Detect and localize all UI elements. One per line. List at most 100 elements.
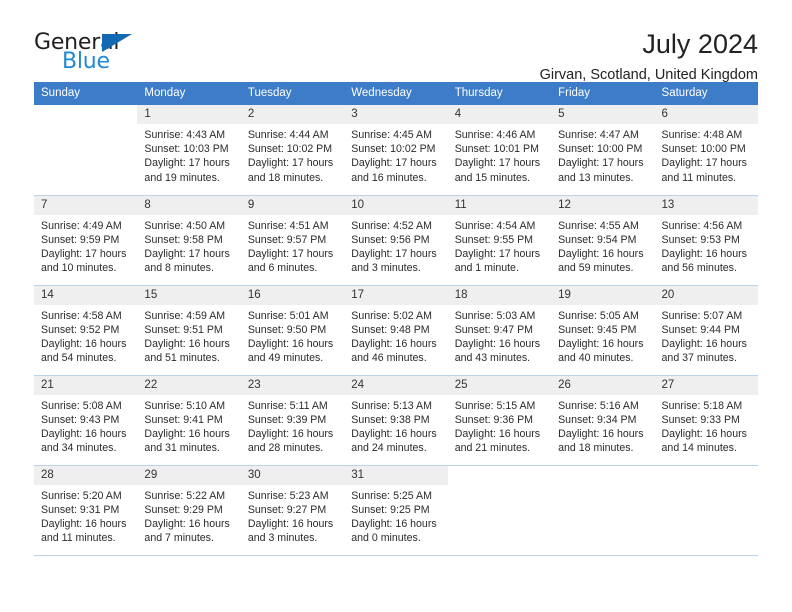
daylight-text: Daylight: 17 hours (454, 157, 541, 170)
sunset-text: Sunset: 9:29 PM (144, 503, 223, 516)
calendar-day-cell[interactable]: 11 Sunrise: 4:54 AM Sunset: 9:55 PM Dayligh… (447, 195, 552, 286)
day-number: 25 (447, 375, 552, 395)
daylight-text-cont: and 6 minutes. (247, 262, 318, 275)
daylight-text-cont: and 59 minutes. (558, 262, 634, 275)
calendar-day-cell[interactable]: 29 Sunrise: 5:22 AM Sunset: 9:29 PM Dayligh… (137, 465, 241, 556)
calendar-day-cell[interactable]: 22 Sunrise: 5:10 AM Sunset: 9:41 PM Dayligh… (137, 375, 241, 466)
daylight-text-cont: and 11 minutes. (661, 171, 737, 184)
day-number: 9 (240, 195, 345, 215)
daylight-text-cont: and 0 minutes. (351, 532, 421, 545)
calendar-day-cell[interactable]: 14 Sunrise: 4:58 AM Sunset: 9:52 PM Dayligh… (34, 285, 138, 376)
sunset-text: Sunset: 9:51 PM (144, 323, 223, 336)
daylight-text: Daylight: 17 hours (454, 247, 541, 260)
calendar-day-cell[interactable]: 19 Sunrise: 5:05 AM Sunset: 9:45 PM Dayligh… (551, 285, 655, 376)
daylight-text: Daylight: 16 hours (661, 427, 747, 440)
calendar-day-cell[interactable]: 2 Sunrise: 4:44 AM Sunset: 10:02 PM Dayligh… (240, 105, 345, 196)
day-number: 27 (654, 375, 758, 395)
sunset-text: Sunset: 9:25 PM (351, 503, 430, 516)
sunset-text: Sunset: 9:48 PM (351, 323, 430, 336)
daylight-text: Daylight: 16 hours (41, 517, 127, 530)
sunrise-text: Sunrise: 5:07 AM (661, 309, 743, 322)
calendar-week-row: 28 Sunrise: 5:20 AM Sunset: 9:31 PM Dayligh… (34, 465, 758, 556)
sunset-text: Sunset: 9:52 PM (41, 323, 120, 336)
sunset-text: Sunset: 9:27 PM (247, 503, 327, 516)
sunrise-text: Sunrise: 5:23 AM (247, 489, 329, 502)
day-details: Sunrise: 5:25 AM Sunset: 9:25 PM Daylight:… (344, 485, 447, 546)
daylight-text: Daylight: 16 hours (351, 427, 437, 440)
calendar-day-cell[interactable]: 25 Sunrise: 5:15 AM Sunset: 9:36 PM Dayligh… (447, 375, 552, 466)
day-details: Sunrise: 5:02 AM Sunset: 9:48 PM Daylight:… (344, 305, 447, 366)
sunrise-text: Sunrise: 5:01 AM (247, 309, 329, 322)
day-details: Sunrise: 4:51 AM Sunset: 9:57 PM Daylight:… (241, 215, 344, 276)
day-details: Sunrise: 4:50 AM Sunset: 9:58 PM Daylight:… (137, 215, 240, 276)
calendar-day-cell[interactable]: 6 Sunrise: 4:48 AM Sunset: 10:00 PM Dayligh… (654, 105, 758, 196)
sunset-text: Sunset: 10:01 PM (454, 143, 539, 156)
day-number: 8 (137, 195, 241, 215)
calendar-day-cell[interactable]: 8 Sunrise: 4:50 AM Sunset: 9:58 PM Daylight… (137, 195, 241, 286)
calendar-week-row: 14 Sunrise: 4:58 AM Sunset: 9:52 PM Dayligh… (34, 285, 758, 376)
calendar-day-cell[interactable]: 3 Sunrise: 4:45 AM Sunset: 10:02 PM Dayligh… (344, 105, 448, 196)
sunrise-text: Sunrise: 4:59 AM (144, 309, 226, 322)
sunrise-text: Sunrise: 5:05 AM (558, 309, 639, 322)
calendar-day-cell[interactable]: 26 Sunrise: 5:16 AM Sunset: 9:34 PM Dayligh… (551, 375, 655, 466)
calendar-day-cell[interactable]: 31 Sunrise: 5:25 AM Sunset: 9:25 PM Dayligh… (344, 465, 448, 556)
sunset-text: Sunset: 9:45 PM (558, 323, 637, 336)
calendar-day-cell[interactable]: 9 Sunrise: 4:51 AM Sunset: 9:57 PM Daylight… (240, 195, 345, 286)
calendar-day-cell[interactable]: 10 Sunrise: 4:52 AM Sunset: 9:56 PM Dayligh… (344, 195, 448, 286)
day-number: 18 (447, 285, 552, 305)
day-number: 28 (34, 465, 138, 485)
daylight-text-cont: and 37 minutes. (661, 352, 737, 365)
daylight-text-cont: and 3 minutes. (247, 532, 318, 545)
sunrise-text: Sunrise: 5:03 AM (454, 309, 536, 322)
daylight-text-cont: and 31 minutes. (144, 442, 220, 455)
calendar-day-cell[interactable]: 17 Sunrise: 5:02 AM Sunset: 9:48 PM Dayligh… (344, 285, 448, 376)
sunset-text: Sunset: 9:39 PM (247, 413, 327, 426)
day-details (551, 485, 654, 489)
daylight-text-cont: and 7 minutes. (144, 532, 214, 545)
weekday-header-friday: Friday (551, 82, 655, 105)
calendar-day-cell[interactable]: 27 Sunrise: 5:18 AM Sunset: 9:33 PM Dayligh… (654, 375, 758, 466)
calendar-day-cell[interactable]: 16 Sunrise: 5:01 AM Sunset: 9:50 PM Dayligh… (240, 285, 345, 376)
sunrise-text: Sunrise: 5:08 AM (41, 399, 122, 412)
calendar-day-cell[interactable]: 7 Sunrise: 4:49 AM Sunset: 9:59 PM Daylight… (34, 195, 138, 286)
day-details: Sunrise: 4:43 AM Sunset: 10:03 PM Daylight… (137, 124, 240, 185)
calendar-day-cell[interactable]: 24 Sunrise: 5:13 AM Sunset: 9:38 PM Dayligh… (344, 375, 448, 466)
calendar-day-cell[interactable]: 13 Sunrise: 4:56 AM Sunset: 9:53 PM Dayligh… (654, 195, 758, 286)
general-blue-logo[interactable]: General Blue (34, 30, 154, 78)
calendar-day-cell[interactable]: 20 Sunrise: 5:07 AM Sunset: 9:44 PM Dayligh… (654, 285, 758, 376)
day-details: Sunrise: 4:45 AM Sunset: 10:02 PM Daylight… (344, 124, 447, 185)
calendar-day-cell[interactable]: 28 Sunrise: 5:20 AM Sunset: 9:31 PM Dayligh… (34, 465, 138, 556)
calendar-week-row: 21 Sunrise: 5:08 AM Sunset: 9:43 PM Dayligh… (34, 375, 758, 466)
daylight-text-cont: and 46 minutes. (351, 352, 427, 365)
sunset-text: Sunset: 10:03 PM (144, 143, 229, 156)
day-details: Sunrise: 5:13 AM Sunset: 9:38 PM Daylight:… (344, 395, 447, 456)
calendar-day-cell[interactable]: 21 Sunrise: 5:08 AM Sunset: 9:43 PM Dayligh… (34, 375, 138, 466)
day-details: Sunrise: 5:16 AM Sunset: 9:34 PM Daylight:… (551, 395, 654, 456)
daylight-text: Daylight: 16 hours (454, 337, 541, 350)
calendar-day-cell[interactable]: 23 Sunrise: 5:11 AM Sunset: 9:39 PM Dayligh… (240, 375, 345, 466)
calendar-day-cell[interactable]: 5 Sunrise: 4:47 AM Sunset: 10:00 PM Dayligh… (551, 105, 655, 196)
sunrise-text: Sunrise: 4:55 AM (558, 219, 639, 232)
calendar-day-cell[interactable]: 18 Sunrise: 5:03 AM Sunset: 9:47 PM Dayligh… (447, 285, 552, 376)
calendar-day-cell[interactable]: 15 Sunrise: 4:59 AM Sunset: 9:51 PM Dayligh… (137, 285, 241, 376)
sunrise-text: Sunrise: 4:51 AM (247, 219, 329, 232)
daylight-text: Daylight: 17 hours (247, 157, 334, 170)
day-details: Sunrise: 5:23 AM Sunset: 9:27 PM Daylight:… (241, 485, 344, 546)
calendar-day-cell[interactable]: 30 Sunrise: 5:23 AM Sunset: 9:27 PM Dayligh… (240, 465, 345, 556)
calendar-day-cell[interactable]: 1 Sunrise: 4:43 AM Sunset: 10:03 PM Dayligh… (137, 105, 241, 196)
sunset-text: Sunset: 9:36 PM (454, 413, 534, 426)
day-details: Sunrise: 5:01 AM Sunset: 9:50 PM Daylight:… (241, 305, 344, 366)
day-number: 17 (344, 285, 448, 305)
sunrise-text: Sunrise: 4:44 AM (247, 129, 329, 141)
calendar-day-cell[interactable]: 12 Sunrise: 4:55 AM Sunset: 9:54 PM Dayligh… (551, 195, 655, 286)
sunset-text: Sunset: 9:59 PM (41, 233, 120, 246)
calendar-day-cell[interactable]: 4 Sunrise: 4:46 AM Sunset: 10:01 PM Dayligh… (447, 105, 552, 196)
day-details (655, 485, 758, 489)
day-details (448, 485, 551, 489)
sunrise-text: Sunrise: 5:11 AM (247, 399, 328, 412)
sunrise-text: Sunrise: 4:50 AM (144, 219, 226, 232)
calendar-grid: Sunday Monday Tuesday Wednesday Thursday Frid… (34, 82, 758, 556)
day-number: 1 (137, 105, 241, 124)
daylight-text: Daylight: 17 hours (558, 157, 644, 170)
day-details (34, 124, 137, 128)
